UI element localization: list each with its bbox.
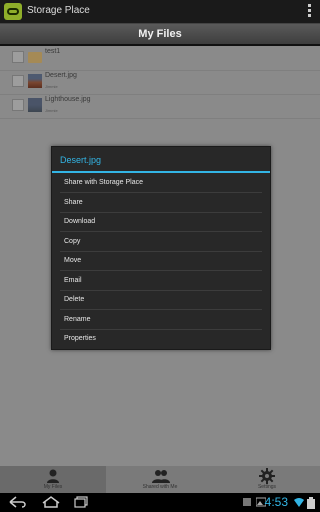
file-row-desert[interactable]: Desert.jpg Jimmie: [0, 70, 320, 95]
notification-icon: [243, 498, 251, 506]
menu-item-download[interactable]: Download: [64, 212, 264, 231]
image-thumbnail: [28, 74, 42, 88]
menu-item-delete[interactable]: Delete: [64, 290, 264, 309]
people-icon: [152, 470, 170, 483]
page-title: My Files: [138, 28, 182, 40]
system-navigation-bar: 4:53: [0, 493, 320, 512]
menu-item-properties[interactable]: Properties: [64, 329, 264, 348]
overflow-menu-icon[interactable]: [308, 4, 311, 19]
status-clock: 4:53: [264, 495, 288, 509]
file-row-lighthouse[interactable]: Lighthouse.jpg Jimmie: [0, 94, 320, 119]
folder-icon: [28, 52, 42, 63]
tab-shared-with-me[interactable]: Shared with Me: [107, 466, 213, 493]
menu-item-copy[interactable]: Copy: [64, 232, 264, 251]
tab-label: Shared with Me: [142, 484, 178, 490]
file-checkbox[interactable]: [12, 99, 24, 111]
file-row-test1[interactable]: test1: [0, 46, 320, 71]
bottom-tab-bar: My Files Shared with Me Settings: [0, 466, 320, 493]
gear-icon: [259, 468, 275, 484]
file-name: Lighthouse.jpg: [45, 96, 91, 103]
person-icon: [47, 469, 59, 483]
home-icon[interactable]: [40, 495, 62, 509]
menu-item-share-with-storage-place[interactable]: Share with Storage Place: [64, 173, 264, 192]
menu-item-email[interactable]: Email: [64, 271, 264, 290]
tab-label: Settings: [257, 484, 277, 490]
tab-my-files[interactable]: My Files: [0, 466, 106, 493]
file-name: Desert.jpg: [45, 72, 77, 79]
tab-label: My Files: [43, 484, 63, 490]
app-title: Storage Place: [27, 5, 90, 16]
image-thumbnail: [28, 98, 42, 112]
file-owner: Jimmie: [45, 84, 58, 89]
file-checkbox[interactable]: [12, 75, 24, 87]
recent-apps-icon[interactable]: [73, 495, 91, 509]
app-logo-icon[interactable]: [4, 3, 22, 20]
dialog-title: Desert.jpg: [60, 155, 102, 165]
menu-item-rename[interactable]: Rename: [64, 310, 264, 329]
file-context-menu: Desert.jpg Share with Storage Place Shar…: [51, 146, 271, 350]
wifi-icon: [294, 498, 304, 507]
file-checkbox[interactable]: [12, 51, 24, 63]
menu-item-move[interactable]: Move: [64, 251, 264, 270]
menu-item-share[interactable]: Share: [64, 193, 264, 212]
back-icon[interactable]: [8, 495, 28, 509]
action-bar: Storage Place: [0, 0, 320, 24]
page-header: My Files: [0, 24, 320, 46]
file-owner: Jimmie: [45, 108, 58, 113]
battery-icon: [307, 497, 315, 509]
file-name: test1: [45, 48, 61, 55]
tab-settings[interactable]: Settings: [214, 466, 320, 493]
